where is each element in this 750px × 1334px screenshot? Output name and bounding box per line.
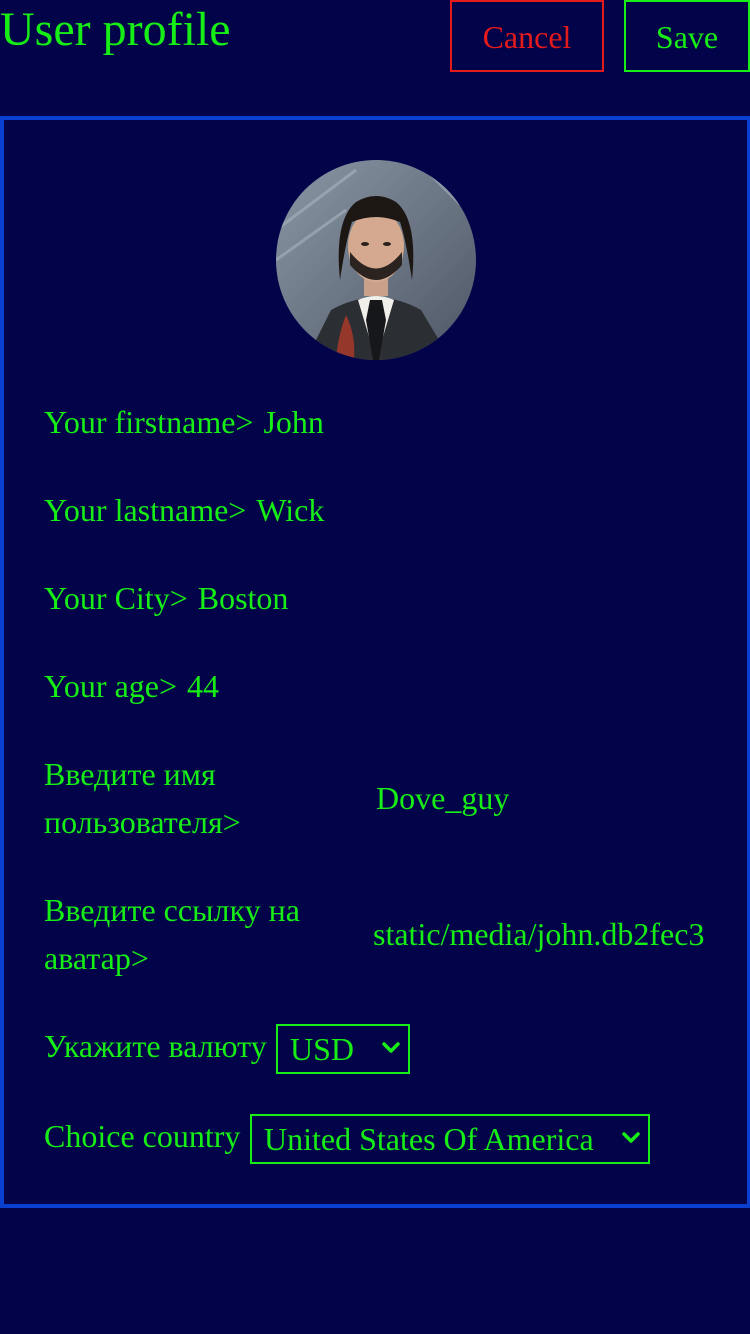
age-value[interactable]: 44: [187, 668, 219, 704]
country-label: Choice country: [44, 1118, 241, 1154]
profile-card: Your firstname> John Your lastname> Wick Y…: [0, 116, 750, 1208]
username-label: Введите имя пользователя>: [44, 756, 241, 840]
avatar: [276, 160, 476, 360]
page-title: User profile: [0, 3, 231, 56]
currency-label: Укажите валюту: [44, 1028, 267, 1064]
firstname-row: Your firstname> John: [44, 398, 324, 446]
age-row: Your age> 44: [44, 662, 219, 710]
username-field[interactable]: Dove_guy: [376, 774, 509, 822]
firstname-value[interactable]: John: [263, 404, 323, 440]
lastname-value[interactable]: Wick: [256, 492, 324, 528]
avatar-photo-icon: [276, 160, 476, 360]
lastname-row: Your lastname> Wick: [44, 486, 324, 534]
save-button[interactable]: Save: [624, 0, 750, 72]
city-value[interactable]: Boston: [198, 580, 289, 616]
city-row: Your City> Boston: [44, 574, 288, 622]
firstname-label: Your firstname>: [44, 404, 254, 440]
country-select[interactable]: United States Of America: [250, 1114, 650, 1164]
cancel-button[interactable]: Cancel: [450, 0, 604, 72]
lastname-label: Your lastname>: [44, 492, 247, 528]
chevron-down-icon: [622, 1132, 640, 1143]
avatar-link-field[interactable]: static/media/john.db2fec3: [373, 910, 715, 958]
avatar-link-label: Введите ссылку на аватар>: [44, 892, 300, 976]
city-label: Your City>: [44, 580, 188, 616]
currency-selected-value: USD: [290, 1031, 355, 1067]
country-selected-value: United States Of America: [264, 1121, 594, 1157]
chevron-down-icon: [382, 1042, 400, 1053]
currency-select[interactable]: USD: [276, 1024, 410, 1074]
age-label: Your age>: [44, 668, 178, 704]
